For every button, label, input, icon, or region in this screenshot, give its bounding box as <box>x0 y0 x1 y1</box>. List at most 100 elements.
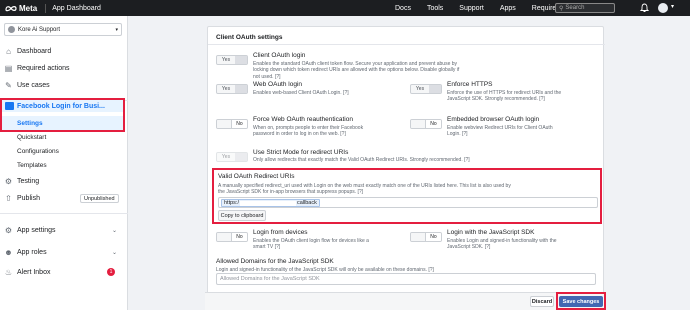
user-avatar[interactable] <box>658 3 668 13</box>
sidebar-item-use-cases[interactable]: ✎ Use cases <box>4 81 50 90</box>
discard-button[interactable]: Discard <box>530 296 554 307</box>
sidebar-item-settings[interactable]: Settings <box>2 116 123 131</box>
web-oauth-login-toggle[interactable]: Yes <box>216 84 248 94</box>
enforce-https-desc: Enforce the use of HTTPS for redirect UR… <box>447 90 562 103</box>
nav-support[interactable]: Support <box>459 5 484 12</box>
account-chevron-down-icon[interactable]: ▾ <box>671 3 674 10</box>
alert-count: 1 <box>109 269 113 275</box>
sidebar-item-alert-inbox[interactable]: ♨ Alert Inbox <box>4 268 51 277</box>
nav-docs[interactable]: Docs <box>395 5 411 12</box>
sidebar-item-label: Use cases <box>17 82 50 89</box>
login-js-sdk-toggle[interactable]: No <box>410 232 442 242</box>
search-input[interactable]: ⚲ Search <box>555 3 615 13</box>
strict-mode-toggle[interactable]: Yes <box>216 152 248 162</box>
sidebar-item-app-settings[interactable]: ⚙ App settings <box>4 226 56 235</box>
chevron-down-icon[interactable]: ⌄ <box>112 249 117 256</box>
web-oauth-login-title: Web OAuth login <box>253 81 303 88</box>
strict-mode-desc: Only allow redirects that exactly match … <box>253 157 470 163</box>
toggle-state: Yes <box>217 85 235 93</box>
testing-icon: ⚙ <box>4 177 13 186</box>
sidebar-item-app-roles[interactable]: ☻ App roles <box>4 248 47 257</box>
allowed-domains-input[interactable]: Allowed Domains for the JavaScript SDK <box>216 273 596 285</box>
redacted-uri-part <box>239 200 296 206</box>
sidebar-divider <box>0 213 128 214</box>
panel-divider <box>208 44 605 45</box>
embedded-browser-toggle[interactable]: No <box>410 119 442 129</box>
sidebar-item-label: Testing <box>17 178 40 185</box>
redirect-uris-desc: A manually specified redirect_uri used w… <box>218 183 511 196</box>
save-changes-button[interactable]: Save changes <box>559 296 603 307</box>
valid-oauth-redirect-uris-section: Valid OAuth Redirect URIs A manually spe… <box>212 168 602 224</box>
app-name: Kore Ai Support <box>18 26 61 33</box>
sidebar-item-label: Settings <box>17 120 43 127</box>
nav-apps[interactable]: Apps <box>500 5 516 12</box>
client-oauth-login-toggle[interactable]: Yes <box>216 55 248 65</box>
sidebar-item-templates[interactable]: Templates <box>17 162 47 169</box>
unpublished-badge: Unpublished <box>80 194 119 203</box>
nav-tools[interactable]: Tools <box>427 5 443 12</box>
sidebar-item-configurations[interactable]: Configurations <box>17 148 59 155</box>
sidebar-item-required-actions[interactable]: ▤ Required actions <box>4 64 70 73</box>
notification-bell-icon[interactable] <box>640 3 649 13</box>
sidebar-item-quickstart[interactable]: Quickstart <box>17 134 46 141</box>
search-placeholder: Search <box>565 5 585 11</box>
login-js-sdk-desc: Enables Login and signed-in functionalit… <box>447 238 557 251</box>
sidebar-item-label: Dashboard <box>17 48 52 55</box>
sidebar-item-label: App roles <box>17 249 47 256</box>
meta-infinity-icon <box>5 5 17 11</box>
app-avatar <box>8 26 15 33</box>
gear-icon: ⚙ <box>4 226 13 235</box>
sidebar-item-label: Required actions <box>17 65 70 72</box>
facebook-login-icon <box>5 102 14 110</box>
login-from-devices-title: Login from devices <box>253 229 308 236</box>
search-icon: ⚲ <box>559 5 564 12</box>
sidebar-item-dashboard[interactable]: ⌂ Dashboard <box>4 47 51 56</box>
unpublished-label: Unpublished <box>84 195 115 202</box>
redirect-uris-title: Valid OAuth Redirect URIs <box>218 173 295 180</box>
sidebar-item-label: Alert Inbox <box>17 269 51 276</box>
sidebar-item-label: Publish <box>17 195 40 202</box>
toggle-state: No <box>231 233 247 241</box>
sidebar: Kore Ai Support ▾ ⌂ Dashboard ▤ Required… <box>0 16 128 310</box>
chevron-down-icon: ▾ <box>115 26 118 33</box>
enforce-https-toggle[interactable]: Yes <box>410 84 442 94</box>
login-from-devices-toggle[interactable]: No <box>216 232 248 242</box>
embedded-browser-title: Embedded browser OAuth login <box>447 116 540 123</box>
sidebar-item-label: App settings <box>17 227 56 234</box>
panel-title: Client OAuth settings <box>216 34 283 41</box>
force-reauth-title: Force Web OAuth reauthentication <box>253 116 353 123</box>
copy-button-label: Copy to clipboard <box>220 212 264 219</box>
enforce-https-title: Enforce HTTPS <box>447 81 493 88</box>
strict-mode-title: Use Strict Mode for redirect URIs <box>253 149 349 156</box>
toggle-state: Yes <box>217 153 235 161</box>
sidebar-item-testing[interactable]: ⚙ Testing <box>4 177 39 186</box>
allowed-domains-title: Allowed Domains for the JavaScript SDK <box>216 258 334 265</box>
sidebar-item-publish[interactable]: ⇧ Publish <box>4 194 40 203</box>
topbar-divider <box>45 3 47 13</box>
home-icon: ⌂ <box>6 47 11 56</box>
client-oauth-login-desc: Enables the standard OAuth client token … <box>253 61 460 80</box>
redirect-uris-input[interactable]: https:/ callback <box>218 197 598 208</box>
meta-logo[interactable]: Meta <box>0 4 37 13</box>
toggle-state: No <box>425 120 441 128</box>
clipboard-icon: ▤ <box>4 64 13 73</box>
meta-wordmark: Meta <box>19 3 38 13</box>
app-selector[interactable]: Kore Ai Support ▾ <box>4 23 122 36</box>
sidebar-item-facebook-login[interactable]: Facebook Login for Busi... <box>2 100 123 112</box>
sidebar-item-label: Facebook Login for Busi... <box>17 102 105 110</box>
discard-label: Discard <box>531 298 553 305</box>
force-reauth-desc: When on, prompts people to enter their F… <box>253 125 364 138</box>
app-dashboard-link[interactable]: App Dashboard <box>52 5 101 12</box>
login-from-devices-desc: Enables the OAuth client login flow for … <box>253 238 369 251</box>
login-js-sdk-title: Login with the JavaScript SDK <box>447 229 535 236</box>
redirect-uri-token[interactable]: https:/ callback <box>221 199 320 207</box>
chevron-down-icon[interactable]: ⌄ <box>112 227 117 234</box>
toggle-state: No <box>231 120 247 128</box>
copy-to-clipboard-button[interactable]: Copy to clipboard <box>218 210 266 221</box>
force-reauth-toggle[interactable]: No <box>216 119 248 129</box>
people-icon: ☻ <box>4 248 13 257</box>
embedded-browser-desc: Enable webview Redirect URIs for Client … <box>447 125 553 138</box>
pencil-icon: ✎ <box>5 81 12 90</box>
top-navigation-bar: Meta App Dashboard Docs Tools Support Ap… <box>0 0 690 16</box>
redirect-uri-prefix: https:/ <box>224 200 239 206</box>
